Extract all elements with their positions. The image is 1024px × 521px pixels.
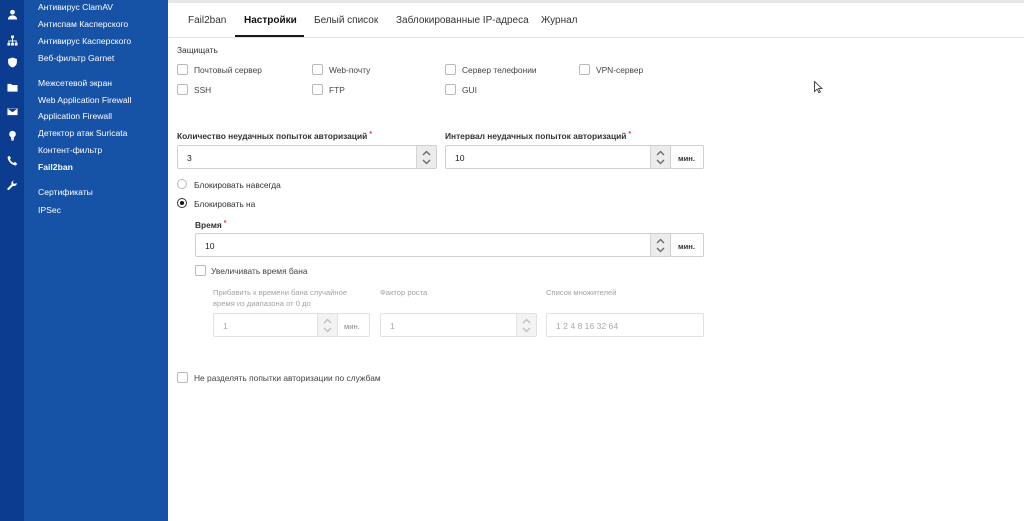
protect-label: Защищать bbox=[177, 45, 218, 55]
phone-icon[interactable] bbox=[5, 153, 19, 167]
chevron-up-icon[interactable] bbox=[522, 318, 531, 324]
checkbox-webmail[interactable] bbox=[312, 64, 323, 75]
attempts-label: Количество неудачных попыток авторизаций… bbox=[177, 131, 372, 141]
checkbox-increase-ban-time[interactable] bbox=[195, 265, 206, 276]
mouse-cursor-icon bbox=[814, 81, 823, 93]
sidebar-item-kaspersky-antivirus[interactable]: Антивирус Касперского bbox=[38, 36, 131, 47]
chevron-down-icon[interactable] bbox=[656, 159, 665, 165]
sidebar-nav: Антивирус ClamAV Антиспам Касперского Ан… bbox=[24, 0, 168, 521]
sidebar-item-suricata[interactable]: Детектор атак Suricata bbox=[38, 128, 127, 139]
attempts-input[interactable]: 3 bbox=[177, 145, 437, 169]
growth-factor-stepper[interactable] bbox=[516, 314, 536, 336]
interval-unit: мин. bbox=[678, 154, 695, 163]
interval-value: 10 bbox=[455, 153, 465, 163]
random-time-stepper[interactable] bbox=[317, 314, 337, 336]
checkbox-gui[interactable] bbox=[445, 84, 456, 95]
folder-icon[interactable] bbox=[5, 80, 19, 94]
radio-block-for[interactable] bbox=[177, 198, 187, 208]
radio-block-forever[interactable] bbox=[177, 179, 187, 189]
tab-bar: Fail2ban Настройки Белый список Заблокир… bbox=[168, 4, 1024, 38]
required-mark: * bbox=[223, 220, 227, 227]
mail-icon[interactable] bbox=[5, 104, 19, 118]
checkbox-ssh-label: SSH bbox=[194, 85, 212, 95]
radio-block-forever-label: Блокировать навсегда bbox=[194, 180, 281, 190]
main-content: Fail2ban Настройки Белый список Заблокир… bbox=[168, 0, 1024, 521]
time-unit: мин. bbox=[678, 242, 695, 251]
checkbox-vpn-server[interactable] bbox=[579, 64, 590, 75]
multipliers-value: 1 2 4 8 16 32 64 bbox=[556, 321, 619, 331]
interval-unit-box: мин. bbox=[670, 145, 704, 169]
sidebar-item-waf[interactable]: Web Application Firewall bbox=[38, 95, 131, 106]
required-mark: * bbox=[369, 131, 372, 138]
multipliers-label: Список множителей bbox=[546, 288, 617, 297]
sidebar-item-kaspersky-antispam[interactable]: Антиспам Касперского bbox=[38, 19, 128, 30]
chevron-up-icon[interactable] bbox=[656, 238, 665, 244]
tab-log[interactable]: Журнал bbox=[541, 15, 578, 26]
radio-block-for-label: Блокировать на bbox=[194, 199, 256, 209]
chevron-down-icon[interactable] bbox=[422, 159, 431, 165]
chevron-down-icon[interactable] bbox=[522, 327, 531, 333]
checkbox-ftp[interactable] bbox=[312, 84, 323, 95]
sidebar-item-clamav[interactable]: Антивирус ClamAV bbox=[38, 2, 113, 13]
chevron-up-icon[interactable] bbox=[323, 318, 332, 324]
multipliers-input[interactable]: 1 2 4 8 16 32 64 bbox=[546, 313, 704, 337]
sidebar-item-certificates[interactable]: Сертификаты bbox=[38, 187, 93, 198]
required-mark: * bbox=[628, 131, 632, 138]
random-time-label: Прибавить к времени бана случайное время… bbox=[213, 288, 348, 308]
random-time-unit-box: мин. bbox=[337, 313, 370, 337]
growth-factor-value: 1 bbox=[390, 321, 395, 331]
time-value: 10 bbox=[205, 241, 215, 251]
growth-factor-input[interactable]: 1 bbox=[380, 313, 537, 337]
sidebar-item-app-firewall[interactable]: Application Firewall bbox=[38, 111, 112, 122]
checkbox-mail-server[interactable] bbox=[177, 64, 188, 75]
tab-settings[interactable]: Настройки bbox=[244, 15, 297, 26]
interval-input[interactable]: 10 bbox=[445, 145, 671, 169]
checkbox-vpn-server-label: VPN-сервер bbox=[596, 65, 644, 75]
user-icon[interactable] bbox=[5, 7, 19, 21]
sidebar-item-ipsec[interactable]: IPSec bbox=[38, 205, 61, 216]
network-icon[interactable] bbox=[5, 33, 19, 47]
sidebar-item-garnet[interactable]: Веб-фильтр Garnet bbox=[38, 53, 114, 64]
chevron-up-icon[interactable] bbox=[422, 150, 431, 156]
sidebar-item-content-filter[interactable]: Контент-фильтр bbox=[38, 145, 102, 156]
checkbox-telephony-server-label: Сервер телефонии bbox=[462, 65, 537, 75]
bulb-icon[interactable] bbox=[5, 128, 19, 142]
active-tab-indicator bbox=[235, 35, 304, 37]
sidebar-item-firewall[interactable]: Межсетевой экран bbox=[38, 78, 112, 89]
attempts-value: 3 bbox=[187, 153, 192, 163]
chevron-down-icon[interactable] bbox=[323, 327, 332, 333]
checkbox-gui-label: GUI bbox=[462, 85, 477, 95]
random-time-input[interactable]: 1 bbox=[213, 313, 338, 337]
time-stepper[interactable] bbox=[650, 234, 670, 256]
checkbox-no-split-attempts[interactable] bbox=[177, 372, 188, 383]
random-time-value: 1 bbox=[223, 321, 228, 331]
time-unit-box: мин. bbox=[670, 233, 704, 257]
checkbox-increase-ban-time-label: Увеличивать время бана bbox=[211, 266, 308, 276]
growth-factor-label: Фактор роста bbox=[380, 288, 428, 297]
chevron-down-icon[interactable] bbox=[656, 247, 665, 253]
tab-whitelist[interactable]: Белый список bbox=[314, 15, 378, 26]
top-border bbox=[168, 0, 1024, 3]
interval-stepper[interactable] bbox=[650, 146, 670, 168]
random-time-unit: мин. bbox=[344, 322, 360, 331]
time-label: Время * bbox=[195, 220, 227, 230]
wrench-icon[interactable] bbox=[5, 178, 19, 192]
checkbox-webmail-label: Web-почту bbox=[329, 65, 371, 75]
checkbox-ftp-label: FTP bbox=[329, 85, 345, 95]
shield-icon[interactable] bbox=[5, 55, 19, 69]
tab-blocked-ips[interactable]: Заблокированные IP-адреса bbox=[396, 15, 529, 26]
attempts-stepper[interactable] bbox=[416, 146, 436, 168]
tab-fail2ban[interactable]: Fail2ban bbox=[188, 15, 226, 26]
checkbox-no-split-attempts-label: Не разделять попытки авторизации по служ… bbox=[194, 373, 381, 383]
checkbox-ssh[interactable] bbox=[177, 84, 188, 95]
sidebar-item-fail2ban[interactable]: Fail2ban bbox=[38, 162, 73, 173]
checkbox-mail-server-label: Почтовый сервер bbox=[194, 65, 262, 75]
interval-label: Интервал неудачных попыток авторизаций * bbox=[445, 131, 632, 141]
icon-rail bbox=[0, 0, 24, 521]
chevron-up-icon[interactable] bbox=[656, 150, 665, 156]
time-input[interactable]: 10 bbox=[195, 233, 671, 257]
checkbox-telephony-server[interactable] bbox=[445, 64, 456, 75]
